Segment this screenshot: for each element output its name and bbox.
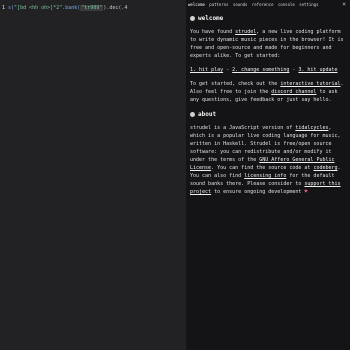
about-title: about [198,111,217,118]
about-icon [190,112,195,117]
panel-content: welcome You have found strudel, a new li… [190,14,346,202]
about-heading: about [190,110,346,120]
tidalcycles-link[interactable]: tidalcycles [295,125,328,131]
close-panel-button[interactable]: × [340,0,348,10]
line-number: 1 [2,5,6,11]
tab-reference[interactable]: reference [252,0,274,10]
welcome-heading: welcome [190,14,346,24]
code-string: "tr909" [80,5,104,11]
about-paragraph: strudel is a JavaScript version of tidal… [190,124,346,196]
welcome-title: welcome [198,15,224,22]
tab-sounds[interactable]: sounds [233,0,247,10]
step-hit-play-link[interactable]: 1. hit play [190,67,223,73]
text: . You can find the source code at [211,165,314,171]
text: To get started, check out the [190,81,281,87]
tab-console[interactable]: console [278,0,295,10]
step-change-link[interactable]: 2. change something [232,67,289,73]
tab-settings[interactable]: settings [299,0,318,10]
interactive-tutorial-link[interactable]: interactive tutorial [280,81,340,87]
code-string: "[bd <hh oh>]*2" [14,5,63,11]
steps-line: 1. hit play - 2. change something - 3. h… [190,66,346,74]
panel-tabs: welcome patterns sounds reference consol… [186,0,350,10]
code-line[interactable]: 1 s("[bd <hh oh>]*2".bank("tr909").dec(.4 [2,3,188,13]
codeberg-link[interactable]: codeberg [313,165,337,171]
tab-welcome[interactable]: welcome [188,0,205,10]
side-panel: welcome patterns sounds reference consol… [186,0,350,350]
code-token: ).dec(.4 [103,5,128,11]
welcome-icon [190,16,195,21]
code-editor[interactable]: 1 s("[bd <hh oh>]*2".bank("tr909").dec(.4 [0,0,186,350]
heart-icon: ♥ [304,189,308,195]
text: - [223,67,233,73]
discord-channel-link[interactable]: discord channel [271,89,316,95]
licensing-info-link[interactable]: licensing info [244,173,286,179]
text: You have found [190,29,236,35]
strudel-link[interactable]: strudel [235,29,256,35]
welcome-paragraph: You have found strudel, a new live codin… [190,28,346,60]
code-token: .bank( [62,5,81,11]
text: strudel is a JavaScript version of [190,125,296,131]
getting-started-paragraph: To get started, check out the interactiv… [190,80,346,104]
step-hit-update-link[interactable]: 3. hit update [298,67,337,73]
text: to ensure ongoing development [211,189,305,195]
tab-patterns[interactable]: patterns [209,0,228,10]
